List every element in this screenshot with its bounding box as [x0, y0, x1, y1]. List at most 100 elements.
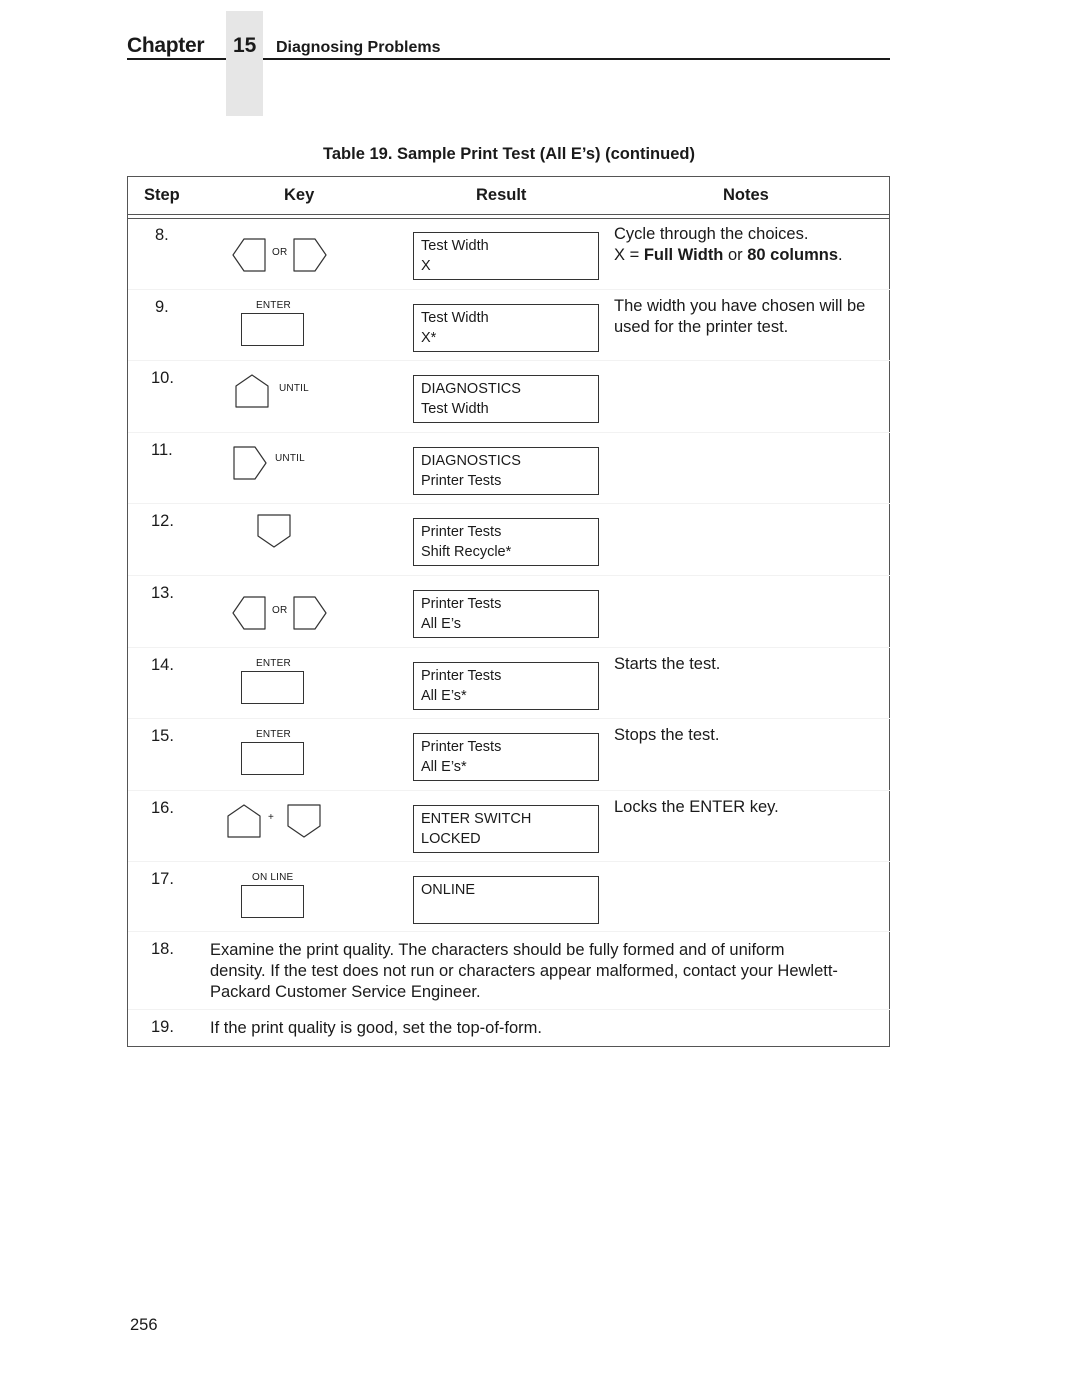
display-line-2: X* — [421, 329, 437, 346]
display-line-2: LOCKED — [421, 830, 481, 847]
display-line-1: ENTER SWITCH — [421, 811, 532, 827]
result-display: DIAGNOSTICS Test Width — [413, 375, 599, 423]
display-line-1: Test Width — [421, 238, 489, 254]
enter-key-icon — [241, 671, 304, 704]
row-separator — [128, 503, 890, 504]
notes-text: or — [723, 246, 748, 264]
step-notes: Locks the ENTER key. — [614, 798, 779, 816]
column-header-notes: Notes — [723, 186, 769, 204]
right-arrow-key-icon — [293, 596, 327, 630]
key-label-or: OR — [272, 605, 288, 616]
result-display: Printer Tests All E’s — [413, 590, 599, 638]
column-header-key: Key — [284, 186, 315, 204]
step-number: 9. — [155, 298, 169, 316]
display-line-2: Shift Recycle* — [421, 543, 512, 560]
display-line-2: Printer Tests — [421, 472, 502, 489]
result-display: Test Width X — [413, 232, 599, 280]
step-number: 14. — [151, 656, 174, 674]
chapter-title: Diagnosing Problems — [276, 39, 441, 56]
notes-line: X = Full Width or 80 columns. — [614, 245, 884, 266]
step-instruction: Examine the print quality. The character… — [210, 940, 888, 1003]
row-separator — [128, 861, 890, 862]
chapter-tab-band — [226, 11, 263, 116]
instruction-line: Examine the print quality. The character… — [210, 941, 785, 959]
key-label-until: UNTIL — [275, 453, 305, 464]
step-number: 13. — [151, 584, 174, 602]
row-separator — [128, 931, 890, 932]
row-separator — [128, 1009, 890, 1010]
notes-bold-option: 80 columns — [747, 246, 839, 264]
key-label-enter: ENTER — [256, 658, 291, 669]
result-display: DIAGNOSTICS Printer Tests — [413, 447, 599, 495]
online-key-icon — [241, 885, 304, 918]
notes-bold-option: Full Width — [643, 246, 724, 264]
step-number: 18. — [151, 940, 174, 958]
display-line-2: All E’s* — [421, 687, 467, 704]
left-arrow-key-icon — [232, 596, 266, 630]
notes-text: . — [838, 246, 843, 264]
up-arrow-key-icon — [227, 804, 261, 838]
step-notes: Stops the test. — [614, 726, 720, 744]
notes-text: X = — [614, 246, 644, 264]
row-separator — [128, 647, 890, 648]
row-separator — [128, 360, 890, 361]
row-separator — [128, 289, 890, 290]
header-divider-double — [128, 218, 890, 219]
right-arrow-key-icon — [293, 238, 327, 272]
page-number: 256 — [130, 1316, 158, 1334]
instruction-line: Packard Customer Service Engineer. — [210, 983, 481, 1001]
step-number: 8. — [155, 226, 169, 244]
header-divider — [128, 214, 890, 215]
result-display: Printer Tests Shift Recycle* — [413, 518, 599, 566]
key-label-enter: ENTER — [256, 300, 291, 311]
display-line-1: ONLINE — [421, 882, 475, 898]
display-line-1: Test Width — [421, 310, 489, 326]
column-header-result: Result — [476, 186, 527, 204]
display-line-1: Printer Tests — [421, 739, 502, 755]
step-number: 17. — [151, 870, 174, 888]
display-line-1: Printer Tests — [421, 668, 502, 684]
result-display: Printer Tests All E’s* — [413, 733, 599, 781]
header-rule-left — [127, 58, 226, 60]
step-number: 11. — [151, 441, 173, 459]
table-caption: Table 19. Sample Print Test (All E’s) (c… — [323, 145, 695, 163]
step-number: 15. — [151, 727, 174, 745]
column-header-step: Step — [144, 186, 180, 204]
row-separator — [128, 718, 890, 719]
key-label-online: ON LINE — [252, 872, 294, 883]
instruction-line: density. If the test does not run or cha… — [210, 962, 838, 980]
step-instruction: If the print quality is good, set the to… — [210, 1018, 888, 1039]
row-separator — [128, 790, 890, 791]
down-arrow-key-icon — [257, 514, 291, 548]
step-number: 19. — [151, 1018, 174, 1036]
display-line-2 — [421, 901, 598, 921]
result-display: ONLINE — [413, 876, 599, 924]
display-line-2: X — [421, 257, 431, 274]
down-arrow-key-icon — [287, 804, 321, 838]
header-rule-right — [263, 58, 890, 60]
chapter-number: 15 — [233, 34, 257, 57]
key-label-enter: ENTER — [256, 729, 291, 740]
display-line-1: Printer Tests — [421, 524, 502, 540]
up-arrow-key-icon — [235, 374, 269, 408]
display-line-1: Printer Tests — [421, 596, 502, 612]
display-line-2: All E’s — [421, 615, 462, 632]
result-display: Test Width X* — [413, 304, 599, 352]
right-arrow-key-icon — [233, 446, 267, 480]
chapter-label: Chapter — [127, 34, 205, 57]
enter-key-icon — [241, 313, 304, 346]
step-number: 10. — [151, 369, 174, 387]
notes-line: Cycle through the choices. — [614, 225, 809, 243]
display-line-1: DIAGNOSTICS — [421, 381, 521, 397]
row-separator — [128, 432, 890, 433]
step-notes: Cycle through the choices. X = Full Width… — [614, 224, 884, 266]
step-notes: Starts the test. — [614, 655, 721, 673]
display-line-2: Test Width — [421, 400, 489, 417]
step-notes: The width you have chosen will be used f… — [614, 297, 866, 336]
key-label-or: OR — [272, 247, 288, 258]
display-line-2: All E’s* — [421, 758, 467, 775]
step-number: 16. — [151, 799, 174, 817]
enter-key-icon — [241, 742, 304, 775]
step-number: 12. — [151, 512, 174, 530]
key-label-plus: + — [268, 812, 275, 823]
